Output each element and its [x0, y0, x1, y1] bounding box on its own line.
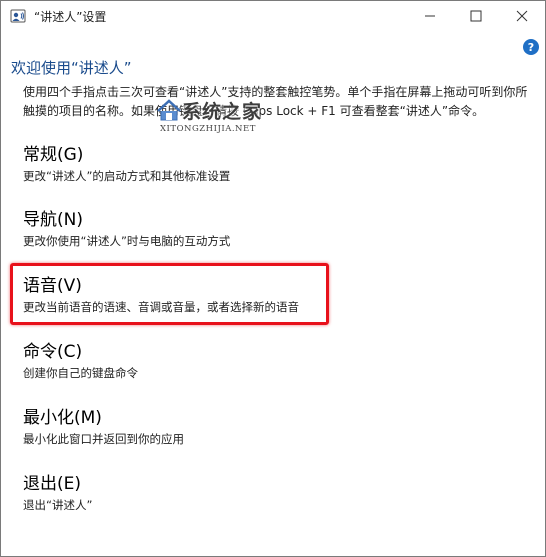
menu-item-desc: 更改你使用“讲述人”时与电脑的互动方式: [23, 234, 231, 248]
menu-item-title: 命令(C): [23, 342, 83, 362]
maximize-icon: [470, 10, 482, 22]
menu-item-commands[interactable]: 命令(C) 创建你自己的键盘命令: [23, 341, 138, 381]
window-title: “讲述人”设置: [34, 10, 107, 24]
watermark-subtitle: XITONGZHIJIA.NET: [160, 124, 256, 134]
menu-item-voice[interactable]: 语音(V) 更改当前语音的语速、音调或音量，或者选择新的语音: [23, 275, 299, 315]
watermark-title: 系统之家: [182, 101, 263, 123]
menu-item-desc: 更改“讲述人”的启动方式和其他标准设置: [23, 169, 231, 183]
welcome-heading: 欢迎使用“讲述人”: [11, 59, 132, 77]
menu-item-title: 退出(E): [23, 474, 82, 494]
menu-item-desc: 退出“讲述人”: [23, 498, 93, 512]
title-bar[interactable]: “讲述人”设置: [1, 1, 545, 31]
close-button[interactable]: [499, 1, 545, 31]
help-icon[interactable]: ?: [523, 39, 539, 55]
menu-item-desc: 最小化此窗口并返回到你的应用: [23, 432, 184, 446]
menu-item-title: 导航(N): [23, 210, 83, 230]
menu-item-exit[interactable]: 退出(E) 退出“讲述人”: [23, 473, 92, 513]
menu-item-minimize[interactable]: 最小化(M) 最小化此窗口并返回到你的应用: [23, 407, 184, 447]
close-icon: [516, 10, 528, 22]
watermark-logo: 系统之家 XITONGZHIJIA.NET: [154, 97, 276, 147]
watermark-house-icon: [157, 99, 181, 121]
menu-item-title: 最小化(M): [23, 408, 102, 428]
menu-item-desc: 更改当前语音的语速、音调或音量，或者选择新的语音: [23, 300, 299, 314]
menu-item-desc: 创建你自己的键盘命令: [23, 366, 138, 380]
narrator-icon: [10, 9, 26, 23]
menu-item-navigation[interactable]: 导航(N) 更改你使用“讲述人”时与电脑的互动方式: [23, 209, 230, 249]
menu-item-general[interactable]: 常规(G) 更改“讲述人”的启动方式和其他标准设置: [23, 144, 230, 184]
menu-item-title: 常规(G): [23, 145, 84, 165]
narrator-settings-window: “讲述人”设置 ? 欢迎使用“讲述人” 使用四个手指点击三次可查看“讲述人”支持…: [0, 0, 546, 557]
minimize-icon: [425, 15, 435, 17]
menu-item-title: 语音(V): [23, 276, 82, 296]
maximize-button[interactable]: [453, 1, 499, 31]
intro-text: 使用四个手指点击三次可查看“讲述人”支持的整套触控笔势。单个手指在屏幕上拖动可听…: [23, 85, 528, 118]
minimize-button[interactable]: [407, 1, 453, 31]
